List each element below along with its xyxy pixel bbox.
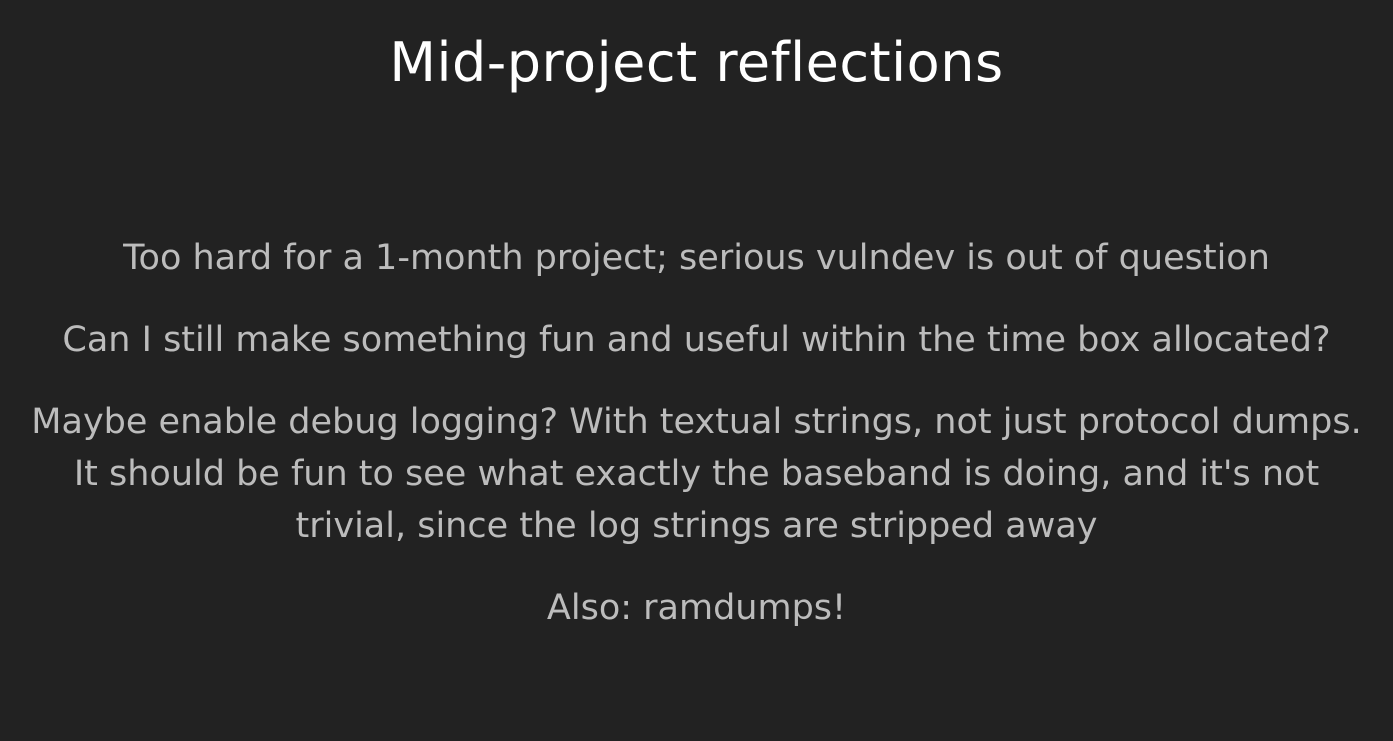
slide-body: Too hard for a 1-month project; serious …: [16, 232, 1377, 634]
paragraph-ramdumps: Also: ramdumps!: [546, 588, 847, 628]
paragraph-too-hard: Too hard for a 1-month project; serious …: [123, 238, 1270, 278]
paragraph-fun-useful: Can I still make something fun and usefu…: [62, 320, 1331, 360]
paragraph-debug-logging: Maybe enable debug logging? With textual…: [31, 402, 1362, 546]
slide: Mid-project reflections Too hard for a 1…: [0, 0, 1393, 741]
slide-title: Mid-project reflections: [389, 31, 1004, 94]
